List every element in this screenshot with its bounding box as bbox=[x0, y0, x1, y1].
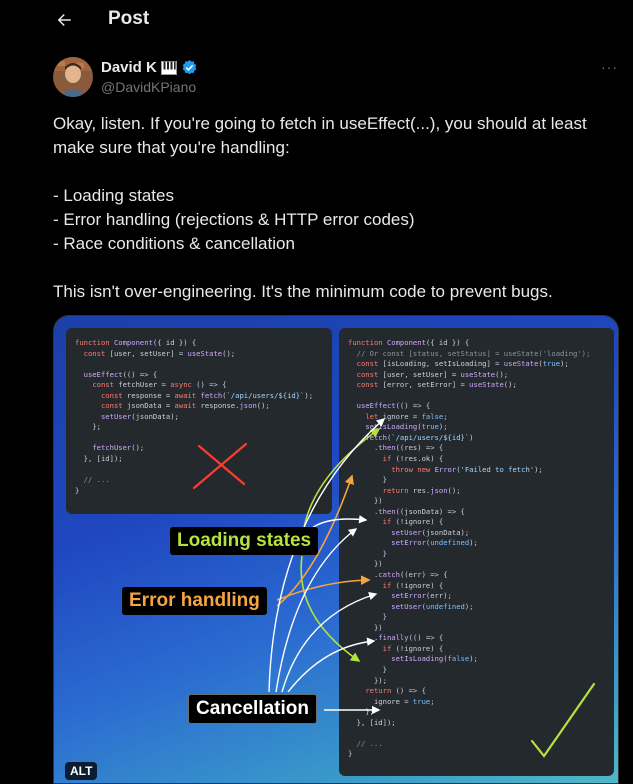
post-line: - Loading states bbox=[53, 186, 174, 205]
page-title: Post bbox=[108, 8, 150, 29]
post-line bbox=[53, 256, 618, 280]
post-line: - Race conditions & cancellation bbox=[53, 234, 295, 253]
post-author: David K @DavidKPiano ··· bbox=[53, 57, 618, 97]
label-loading-states: Loading states bbox=[170, 527, 319, 555]
label-error-handling: Error handling bbox=[122, 587, 267, 615]
verified-badge-icon bbox=[182, 60, 197, 75]
author-handle[interactable]: @DavidKPiano bbox=[101, 79, 196, 95]
post-line: This isn't over-engineering. It's the mi… bbox=[53, 282, 553, 301]
alt-text-button[interactable]: ALT bbox=[65, 762, 98, 780]
top-bar: Post bbox=[0, 0, 633, 40]
post-text: Okay, listen. If you're going to fetch i… bbox=[53, 112, 618, 304]
piano-icon bbox=[160, 60, 177, 75]
checkmark-icon bbox=[530, 682, 596, 758]
more-options-icon[interactable]: ··· bbox=[601, 59, 618, 75]
label-cancellation: Cancellation bbox=[188, 694, 317, 724]
wrong-x-icon bbox=[192, 442, 248, 490]
author-name[interactable]: David K bbox=[101, 59, 157, 76]
post-line: Okay, listen. If you're going to fetch i… bbox=[53, 114, 587, 157]
post-image[interactable]: function Component({ id }) { const [user… bbox=[53, 315, 619, 784]
back-button[interactable] bbox=[48, 4, 80, 36]
post-line bbox=[53, 160, 618, 184]
post-line: - Error handling (rejections & HTTP erro… bbox=[53, 210, 415, 229]
author-name-row: David K bbox=[101, 59, 198, 76]
avatar[interactable] bbox=[53, 57, 93, 97]
annotation-arrows bbox=[192, 418, 596, 758]
arrow-left-icon bbox=[57, 14, 71, 26]
